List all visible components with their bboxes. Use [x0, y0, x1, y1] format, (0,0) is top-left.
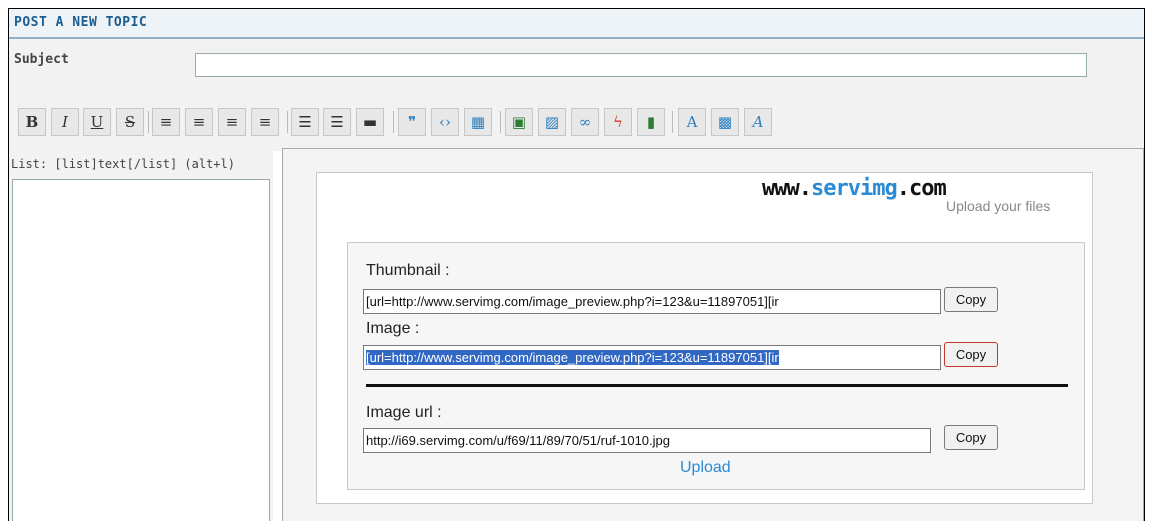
formatting-toolbar: B I U S ≡ ≡ ≡ ≡ ☰ ☰ ▬ ❞ ‹› ▦ ▣ ▨ ∞ ϟ ▮ A ▩ A: [9, 91, 1144, 151]
strikethrough-button[interactable]: S: [116, 108, 144, 136]
font-face-icon: A: [752, 113, 764, 131]
page-title: POST A NEW TOPIC: [14, 15, 148, 30]
list-icon: ☰: [298, 113, 312, 131]
divider: [366, 384, 1068, 387]
upload-link[interactable]: Upload: [680, 459, 731, 477]
message-textarea[interactable]: [12, 179, 270, 521]
justify-button[interactable]: ≡: [251, 108, 279, 136]
toolbar-separator: [148, 111, 149, 133]
font-size-button[interactable]: A: [678, 108, 706, 136]
image-icon: ▨: [544, 113, 560, 131]
image-label: Image :: [366, 320, 420, 337]
justify-icon: ≡: [258, 113, 272, 131]
panel-header: POST A NEW TOPIC: [9, 9, 1144, 39]
font-face-button[interactable]: A: [744, 108, 772, 136]
horizontal-rule-icon: ▬: [362, 113, 378, 131]
code-button[interactable]: ‹›: [431, 108, 459, 136]
toolbar-separator: [672, 111, 673, 133]
editor-area: List: [list]text[/list] (alt+l): [9, 151, 273, 521]
italic-icon: I: [62, 113, 68, 131]
copy-image-url-button[interactable]: Copy: [944, 425, 998, 450]
logo-text: www.servimg.com: [762, 176, 947, 201]
list-button[interactable]: ☰: [291, 108, 319, 136]
thumbnail-label: Thumbnail :: [366, 262, 450, 279]
help-text: List: [list]text[/list] (alt+l): [11, 157, 235, 171]
copy-image-button[interactable]: Copy: [944, 342, 998, 367]
quote-icon: ❞: [407, 113, 417, 131]
flash-icon: ϟ: [613, 113, 623, 131]
image-host-icon: ▣: [511, 113, 527, 131]
align-center-button[interactable]: ≡: [185, 108, 213, 136]
bold-button[interactable]: B: [18, 108, 46, 136]
image-button[interactable]: ▨: [538, 108, 566, 136]
subject-row: Subject: [9, 39, 1144, 91]
selected-text: [url=http://www.servimg.com/image_previe…: [366, 350, 779, 365]
underline-button[interactable]: U: [83, 108, 111, 136]
color-button[interactable]: ▩: [711, 108, 739, 136]
video-icon: ▮: [646, 113, 656, 131]
horizontal-rule-button[interactable]: ▬: [356, 108, 384, 136]
quote-button[interactable]: ❞: [398, 108, 426, 136]
image-code-field[interactable]: [url=http://www.servimg.com/image_previe…: [363, 345, 941, 370]
flash-button[interactable]: ϟ: [604, 108, 632, 136]
toolbar-separator: [287, 111, 288, 133]
italic-button[interactable]: I: [51, 108, 79, 136]
align-center-icon: ≡: [192, 113, 206, 131]
align-right-icon: ≡: [225, 113, 239, 131]
link-button[interactable]: ∞: [571, 108, 599, 136]
align-right-button[interactable]: ≡: [218, 108, 246, 136]
logo-tagline: Upload your files: [946, 198, 1051, 214]
subject-label: Subject: [14, 52, 69, 67]
numbered-list-button[interactable]: ☰: [323, 108, 351, 136]
underline-icon: U: [90, 113, 104, 131]
bold-icon: B: [25, 113, 39, 131]
code-icon: ‹›: [439, 113, 451, 131]
image-host-button[interactable]: ▣: [505, 108, 533, 136]
align-left-icon: ≡: [159, 113, 173, 131]
copy-thumbnail-button[interactable]: Copy: [944, 287, 998, 312]
subject-input[interactable]: [195, 53, 1087, 77]
image-url-field[interactable]: http://i69.servimg.com/u/f69/11/89/70/51…: [363, 428, 931, 453]
video-button[interactable]: ▮: [637, 108, 665, 136]
toolbar-separator: [393, 111, 394, 133]
toolbar-separator: [500, 111, 501, 133]
link-icon: ∞: [578, 113, 592, 131]
color-icon: ▩: [717, 113, 733, 131]
table-icon: ▦: [470, 113, 486, 131]
image-url-label: Image url :: [366, 404, 442, 421]
font-size-icon: A: [686, 113, 698, 131]
align-left-button[interactable]: ≡: [152, 108, 180, 136]
strikethrough-icon: S: [124, 113, 136, 131]
numbered-list-icon: ☰: [330, 113, 344, 131]
table-button[interactable]: ▦: [464, 108, 492, 136]
thumbnail-code-field[interactable]: [url=http://www.servimg.com/image_previe…: [363, 289, 941, 314]
